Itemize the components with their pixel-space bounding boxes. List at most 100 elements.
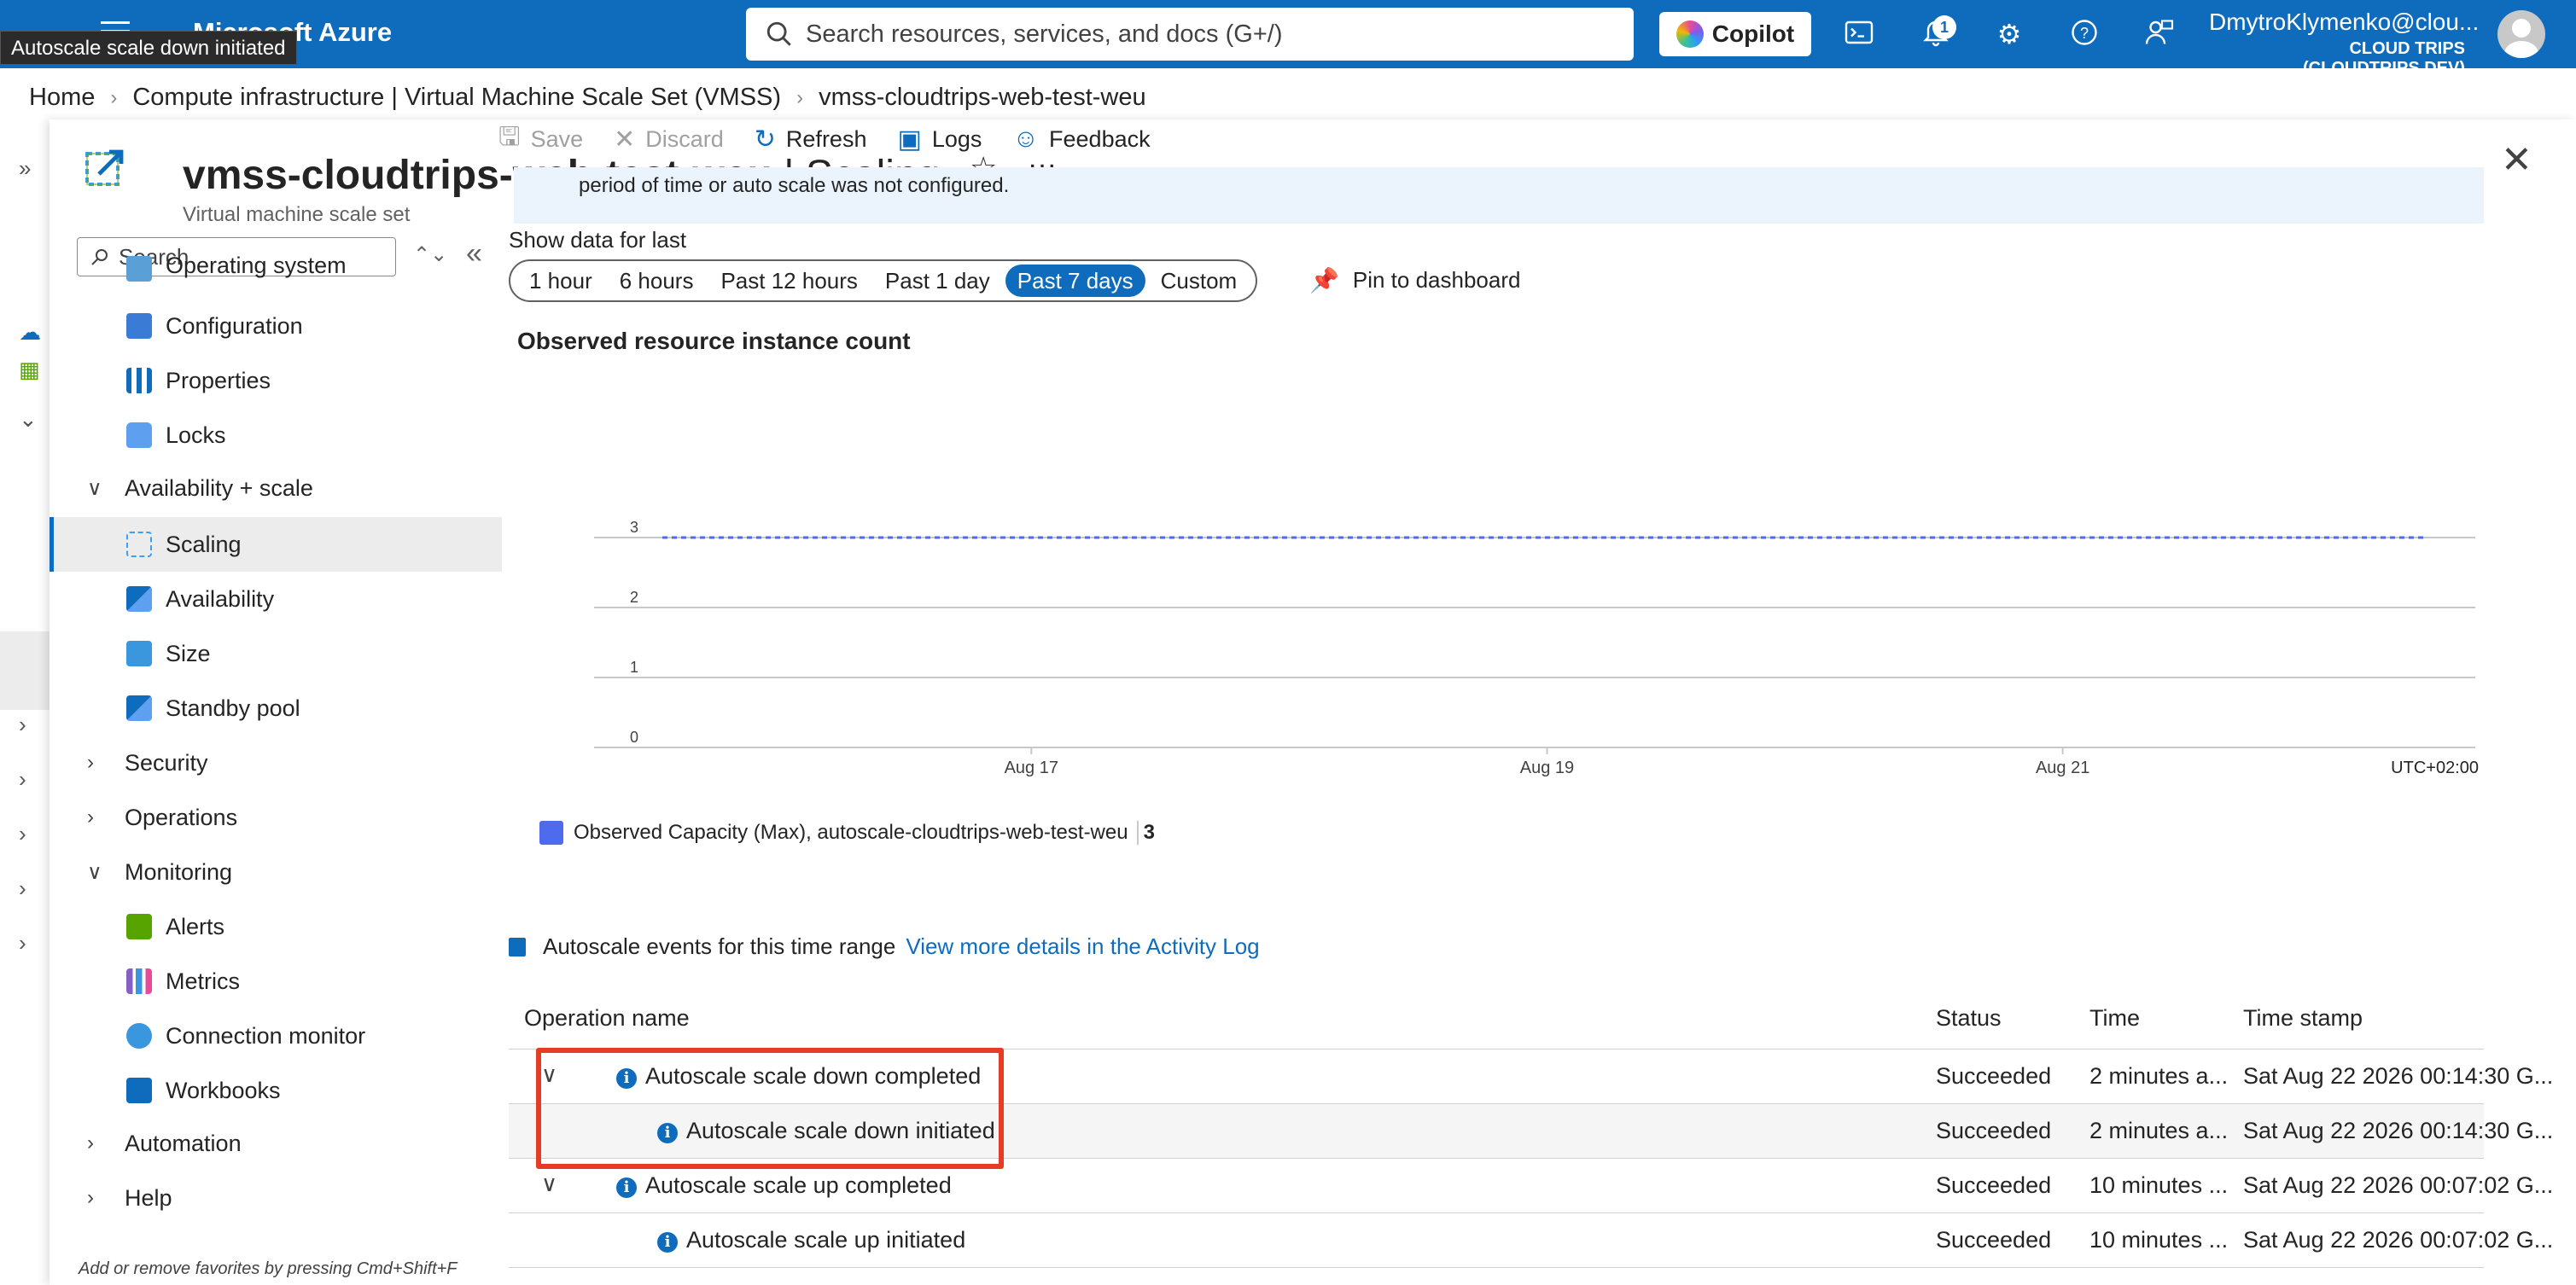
feedback-icon: ☺ [1012, 125, 1040, 153]
refresh-button[interactable]: ↻ Refresh [755, 125, 867, 154]
timestamp-cell: Sat Aug 22 2026 00:07:02 G... [2243, 1172, 2554, 1198]
activity-log-link[interactable]: View more details in the Activity Log [906, 933, 1259, 960]
logs-button[interactable]: ▣ Logs [897, 125, 982, 154]
standby-pool-icon [126, 695, 152, 721]
menu-group-availability-scale[interactable]: ∨ Availability + scale [50, 461, 502, 515]
help-icon[interactable]: ? [2067, 17, 2101, 51]
breadcrumb: Home › Compute infrastructure | Virtual … [29, 84, 1146, 112]
table-row[interactable]: i Autoscale scale up initiated Succeeded… [509, 1213, 2553, 1268]
copilot-label: Copilot [1711, 20, 1795, 47]
menu-group-help[interactable]: › Help [50, 1171, 502, 1225]
menu-item-configuration[interactable]: Configuration [50, 299, 502, 353]
collapsed-portal-rail: » ☁ ▦ ⌄ › › › › › [0, 119, 50, 1285]
menu-item-operating-system[interactable]: Operating system [50, 256, 502, 290]
menu-item-metrics[interactable]: Metrics [50, 954, 502, 1009]
time-range-option[interactable]: Past 12 hours [708, 265, 869, 297]
breadcrumb-resource[interactable]: vmss-cloudtrips-web-test-weu [819, 84, 1146, 112]
menu-group-label: Help [125, 1184, 172, 1211]
tooltip: Autoscale scale down initiated [0, 31, 297, 65]
pin-label: Pin to dashboard [1352, 267, 1521, 293]
logs-label: Logs [931, 125, 982, 152]
close-icon[interactable]: ✕ [2501, 138, 2532, 182]
chevron-right-icon: › [87, 751, 94, 774]
menu-item-properties[interactable]: Properties [50, 353, 502, 408]
menu-group-label: Automation [125, 1130, 242, 1156]
availability-icon [126, 586, 152, 612]
events-heading: Autoscale events for this time range Vie… [509, 933, 1260, 960]
timestamp-cell: Sat Aug 22 2026 00:14:30 G... [2243, 1118, 2554, 1143]
rail-chevron-icon[interactable]: ⌄ [19, 406, 38, 433]
menu-item-workbooks[interactable]: Workbooks [50, 1063, 502, 1118]
menu-item-size[interactable]: Size [50, 626, 502, 681]
time-range-option-selected[interactable]: Past 7 days [1005, 265, 1145, 297]
chevron-down-icon: ∨ [87, 476, 102, 500]
copilot-button[interactable]: Copilot [1659, 12, 1811, 56]
chevron-down-icon[interactable]: ∨ [541, 1171, 557, 1197]
rail-chevron-icon[interactable]: › [19, 875, 26, 902]
info-icon: i [657, 1232, 678, 1253]
global-search-input[interactable]: Search resources, services, and docs (G+… [746, 8, 1634, 61]
menu-group-label: Operations [125, 804, 238, 830]
y-tick-label: 3 [630, 519, 638, 536]
chevron-right-icon: › [87, 805, 94, 829]
menu-group-monitoring[interactable]: ∨ Monitoring [50, 845, 502, 899]
search-placeholder: Search resources, services, and docs (G+… [806, 20, 1283, 48]
column-header[interactable]: Time [2089, 1005, 2140, 1032]
rail-chevron-icon[interactable]: › [19, 821, 26, 847]
cloud-shell-icon[interactable] [1842, 17, 1876, 51]
save-button[interactable]: 🖫 Save [498, 118, 583, 161]
column-header[interactable]: Operation name [524, 1005, 690, 1032]
chart-title: Observed resource instance count [517, 328, 911, 354]
refresh-label: Refresh [785, 125, 867, 152]
menu-group-security[interactable]: › Security [50, 736, 502, 790]
menu-item-scaling[interactable]: Scaling [50, 517, 502, 572]
breadcrumb-separator-icon: › [796, 85, 804, 109]
pin-to-dashboard-button[interactable]: 📌 Pin to dashboard [1309, 266, 1520, 294]
menu-item-label: Connection monitor [166, 1022, 366, 1049]
avatar[interactable] [2497, 10, 2545, 58]
connection-monitor-icon [126, 1023, 152, 1049]
timestamp-cell: Sat Aug 22 2026 00:07:02 G... [2243, 1227, 2554, 1253]
rail-chevron-icon[interactable]: › [19, 712, 26, 738]
time-range-option[interactable]: 6 hours [608, 265, 706, 297]
discard-button[interactable]: ✕ Discard [614, 125, 724, 154]
menu-item-locks[interactable]: Locks [50, 408, 502, 462]
chevron-right-icon: › [87, 1131, 94, 1154]
feedback-button[interactable]: ☺ Feedback [1012, 125, 1150, 154]
menu-item-label: Availability [166, 585, 275, 612]
menu-item-connection-monitor[interactable]: Connection monitor [50, 1009, 502, 1063]
time-range-option[interactable]: Past 1 day [873, 265, 1002, 297]
menu-item-label: Alerts [166, 913, 225, 939]
account-menu[interactable]: DmytroKlymenko@clou... CLOUD TRIPS (CLOU… [2209, 9, 2479, 78]
rail-chevron-icon[interactable]: › [19, 766, 26, 793]
info-banner: period of time or auto scale was not con… [514, 167, 2484, 224]
x-tick-label: Aug 17 [1005, 759, 1058, 777]
legend-series-value: 3 [1143, 821, 1155, 844]
menu-group-automation[interactable]: › Automation [50, 1116, 502, 1171]
rail-cloud-icon[interactable]: ☁ [19, 319, 41, 346]
menu-item-label: Size [166, 640, 211, 666]
menu-item-label: Scaling [166, 531, 242, 557]
breadcrumb-home[interactable]: Home [29, 84, 95, 112]
feedback-person-icon[interactable] [2142, 17, 2177, 51]
time-range-option[interactable]: 1 hour [517, 265, 604, 297]
time-range-option[interactable]: Custom [1149, 265, 1250, 297]
menu-item-alerts[interactable]: Alerts [50, 899, 502, 954]
legend-series-name: Observed Capacity (Max), autoscale-cloud… [574, 821, 1128, 844]
chart-legend[interactable]: Observed Capacity (Max), autoscale-cloud… [539, 821, 1155, 845]
legend-swatch [539, 821, 563, 845]
metrics-icon [126, 968, 152, 994]
search-icon [766, 21, 791, 46]
column-header[interactable]: Time stamp [2243, 1005, 2363, 1032]
expand-rail-icon[interactable]: » [19, 155, 31, 182]
rail-chevron-icon[interactable]: › [19, 930, 26, 956]
settings-gear-icon[interactable]: ⚙ [1992, 17, 2026, 51]
y-tick-label: 0 [630, 729, 638, 746]
menu-item-availability[interactable]: Availability [50, 572, 502, 626]
menu-item-standby-pool[interactable]: Standby pool [50, 681, 502, 736]
column-header[interactable]: Status [1936, 1005, 2002, 1032]
rail-grid-icon[interactable]: ▦ [19, 357, 40, 383]
info-banner-text: period of time or auto scale was not con… [579, 174, 1010, 197]
menu-group-operations[interactable]: › Operations [50, 790, 502, 845]
breadcrumb-compute[interactable]: Compute infrastructure | Virtual Machine… [132, 84, 781, 112]
